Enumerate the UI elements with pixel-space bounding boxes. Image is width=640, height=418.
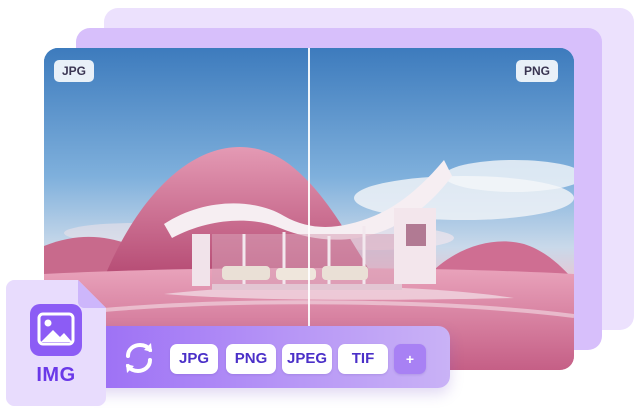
comparison-image: JPG PNG [44,48,574,370]
image-file-icon: IMG [6,280,106,406]
add-format-button[interactable]: + [394,344,426,374]
format-toolbar: JPG PNG JPEG TIF + [84,326,450,388]
source-format-label: JPG [54,60,95,82]
converter-hero: JPG PNG JPG PNG JPEG TIF + IMG [0,0,640,418]
format-chip-jpg[interactable]: JPG [170,344,218,374]
file-type-label: IMG [36,364,76,386]
comparison-divider[interactable] [308,48,310,370]
format-chip-png[interactable]: PNG [226,344,276,374]
swap-arrows-icon[interactable] [120,339,158,377]
format-chip-jpeg[interactable]: JPEG [282,344,332,374]
target-format-label: PNG [515,60,558,82]
format-chip-tif[interactable]: TIF [338,344,388,374]
